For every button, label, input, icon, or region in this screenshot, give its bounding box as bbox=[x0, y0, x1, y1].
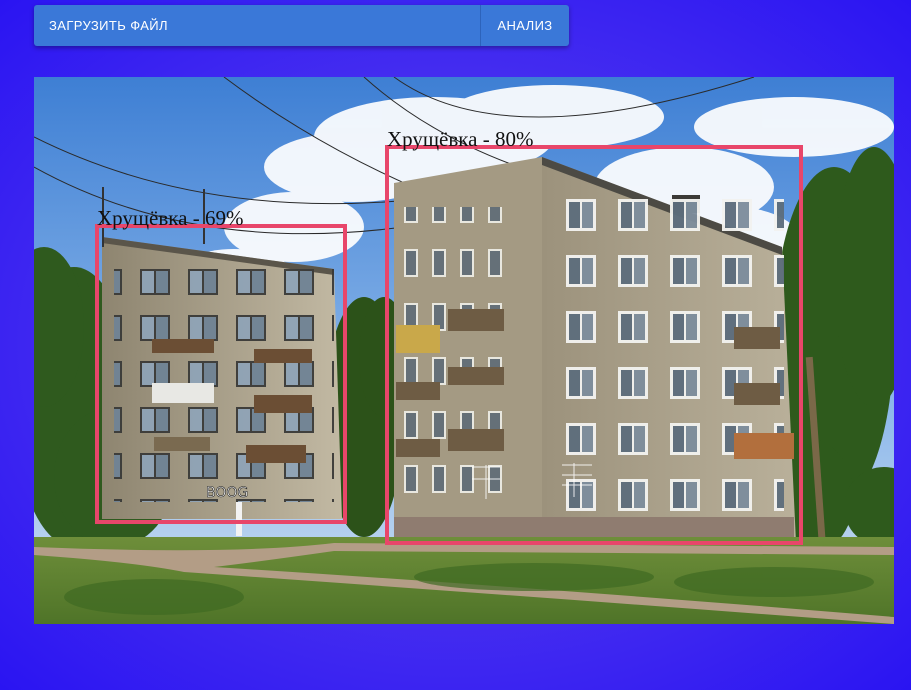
analyzed-photo: BOOG Хрущёвка - 69% Хрущёвка - 80% bbox=[34, 77, 894, 624]
analyze-button[interactable]: АНАЛИЗ bbox=[481, 5, 569, 46]
detection-box bbox=[385, 145, 803, 545]
upload-file-button[interactable]: ЗАГРУЗИТЬ ФАЙЛ bbox=[34, 5, 481, 46]
detection-label: Хрущёвка - 80% bbox=[387, 127, 534, 151]
detection-label: Хрущёвка - 69% bbox=[97, 206, 244, 230]
toolbar: ЗАГРУЗИТЬ ФАЙЛ АНАЛИЗ bbox=[34, 5, 569, 46]
detection-box bbox=[95, 224, 347, 524]
